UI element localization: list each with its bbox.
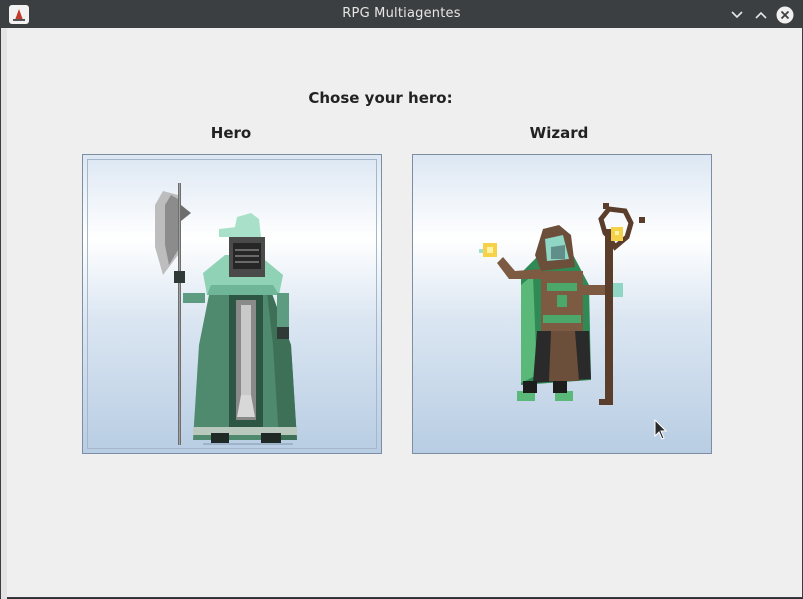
hero-option-button[interactable] xyxy=(82,154,382,454)
app-window: RPG Multiagentes Chose your hero: Hero W… xyxy=(0,0,803,599)
window-edge xyxy=(1,28,7,599)
mouse-pointer-icon xyxy=(654,418,668,445)
minimize-button[interactable] xyxy=(727,5,747,25)
window-title: RPG Multiagentes xyxy=(342,6,461,21)
hooded-wizard-icon xyxy=(479,203,645,405)
chevron-down-icon xyxy=(731,11,743,19)
page-title: Chose your hero: xyxy=(308,89,453,107)
close-icon xyxy=(776,6,794,24)
chevron-up-icon xyxy=(755,11,767,19)
title-bar[interactable]: RPG Multiagentes xyxy=(1,1,802,28)
wizard-option-button[interactable] xyxy=(412,154,712,454)
close-button[interactable] xyxy=(775,5,795,25)
hero-label: Hero xyxy=(210,124,252,142)
armored-knight-icon xyxy=(155,183,297,445)
maximize-button[interactable] xyxy=(751,5,771,25)
wizard-label: Wizard xyxy=(529,124,589,142)
